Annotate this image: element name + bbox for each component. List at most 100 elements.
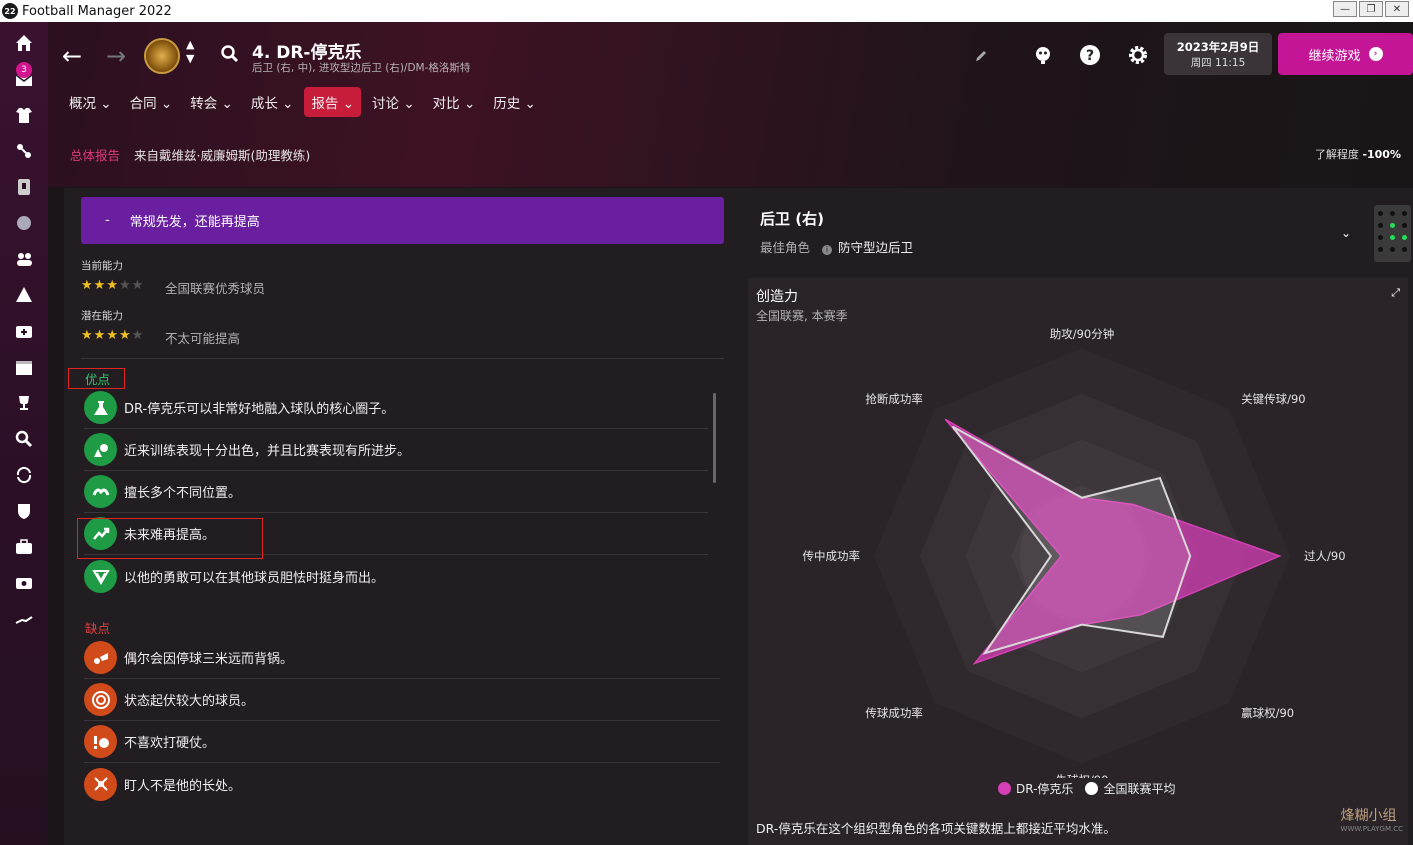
legend-item-average[interactable]: 全国联赛平均 <box>1085 780 1175 797</box>
report-section-label[interactable]: 总体报告 <box>70 148 120 163</box>
maximize-button[interactable]: ❐ <box>1359 1 1383 17</box>
current-day-time: 周四 11:15 <box>1190 57 1246 69</box>
divider <box>81 358 724 359</box>
marking-icon <box>84 767 117 801</box>
ball-control-icon <box>84 641 117 674</box>
close-button[interactable]: ✕ <box>1385 1 1409 17</box>
weakness-row: 状态起伏较大的球员。 <box>84 679 720 721</box>
squad-icon[interactable] <box>13 104 35 126</box>
staff-icon[interactable] <box>13 248 35 270</box>
medical-icon[interactable] <box>13 320 35 342</box>
continue-label: 继续游戏 <box>1308 48 1361 64</box>
player-subtitle: 后卫 (右, 中), 进攻型边后卫 (右)/DM-格洛斯特 <box>252 62 471 74</box>
dynamics-icon[interactable] <box>13 176 35 198</box>
strength-row: 以他的勇敢可以在其他球员胆怯时挺身而出。 <box>84 555 708 597</box>
shield-icon <box>84 559 117 593</box>
help-icon[interactable]: ? <box>1079 44 1101 66</box>
transfers-icon[interactable] <box>13 464 35 486</box>
report-subbar: 总体报告 来自戴维兹·威廉姆斯(助理教练) <box>70 145 310 164</box>
strength-row: 近来训练表现十分出色，并且比赛表现有所进步。 <box>84 429 708 471</box>
training-icon <box>84 433 117 466</box>
window-controls: — ❐ ✕ <box>1333 1 1409 17</box>
trophy-icon[interactable] <box>13 392 35 414</box>
potential-ability-stars: ★★★★★ <box>81 328 144 343</box>
tab-reports[interactable]: 报告 ⌄ <box>304 87 362 117</box>
star-icon: ★ <box>93 328 107 343</box>
header: ← → ▲ ▼ 4. DR-停克乐 后卫 (右, 中), 进攻型边后卫 (右)/D… <box>48 22 1413 187</box>
potential-ability-label: 潜在能力 <box>81 310 123 322</box>
position-title: 后卫 (右) <box>760 210 824 228</box>
development-icon[interactable] <box>13 572 35 594</box>
strength-row: 擅长多个不同位置。 <box>84 471 708 513</box>
report-panel: - 常规先发，还能再提高 当前能力 ★★★★★ 全国联赛优秀球员 潜在能力 ★★… <box>64 188 738 845</box>
info-icon[interactable]: i <box>822 245 833 255</box>
radar-axis-label: 失球权/90 <box>1055 773 1108 778</box>
tab-discuss[interactable]: 讨论 ⌄ <box>365 87 422 117</box>
expand-icon[interactable]: ⤢ <box>1391 286 1400 300</box>
report-source: 来自戴维兹·威廉姆斯(助理教练) <box>134 148 311 163</box>
forward-arrow-icon[interactable]: → <box>106 42 126 70</box>
player-switch-icon[interactable]: ▲ ▼ <box>186 38 194 66</box>
date-display[interactable]: 2023年2月9日 周四 11:15 <box>1164 33 1272 75</box>
flask-icon <box>84 391 117 424</box>
tab-development[interactable]: 成长 ⌄ <box>244 87 301 117</box>
chart-legend: DR-停克乐 全国联赛平均 <box>998 780 1175 797</box>
club-icon[interactable] <box>13 500 35 522</box>
training-icon[interactable] <box>13 284 35 306</box>
minimize-button[interactable]: — <box>1333 1 1357 17</box>
inbox-icon[interactable]: 3 <box>13 62 35 90</box>
star-icon: ★ <box>118 328 132 343</box>
tab-transfer[interactable]: 转会 ⌄ <box>183 87 240 117</box>
radar-chart: 助攻/90分钟关键传球/90 过人/90 赢球权/90 失球权/90 传球成功率 传中成功… <box>803 327 1346 778</box>
back-arrow-icon[interactable]: ← <box>62 42 82 70</box>
svg-text:?: ? <box>1086 48 1094 64</box>
radar-axis-label: 助攻/90分钟 <box>1050 327 1115 341</box>
fm-logo-icon[interactable] <box>1032 44 1054 66</box>
familiarity: 了解程度 -100% <box>1314 148 1401 161</box>
calendar-icon[interactable] <box>13 356 35 378</box>
search-icon[interactable] <box>220 44 240 68</box>
highlight-box <box>77 518 263 559</box>
radar-chart-card: 创造力 全国联赛, 本赛季 ⤢ 助攻/90分钟 关键传球/90 过人/90 赢球权/9… <box>748 278 1408 845</box>
star-icon: ★ <box>93 278 107 293</box>
position-panel: 后卫 (右) 最佳角色 i 防守型边后卫 ⌄ 创造力 全国联赛, 本赛季 ⤢ 助攻/… <box>738 188 1413 845</box>
sidebar: 3 <box>0 22 48 845</box>
tab-contract[interactable]: 合同 ⌄ <box>123 87 180 117</box>
tab-overview[interactable]: 概况 ⌄ <box>62 87 119 117</box>
weakness-row: 偶尔会因停球三米远而背锅。 <box>84 637 720 679</box>
window-titlebar: 22 Football Manager 2022 — ❐ ✕ <box>0 0 1413 22</box>
match-icon[interactable] <box>13 212 35 234</box>
report-summary-banner: - 常规先发，还能再提高 <box>81 197 724 244</box>
finances-icon[interactable] <box>13 536 35 558</box>
legend-item-player[interactable]: DR-停克乐 <box>998 780 1073 797</box>
club-crest-icon[interactable] <box>144 38 180 74</box>
current-ability-text: 全国联赛优秀球员 <box>165 281 266 296</box>
radar-axis-label: 抢断成功率 <box>865 392 923 406</box>
pitch-position-icon[interactable] <box>1374 205 1411 262</box>
strengths-scrollbar[interactable] <box>713 393 716 483</box>
potential-ability-text: 不太可能提高 <box>165 331 241 346</box>
target-icon <box>84 683 117 716</box>
tab-compare[interactable]: 对比 ⌄ <box>426 87 483 117</box>
radar-axis-label: 传球成功率 <box>865 706 923 720</box>
chevron-down-icon[interactable]: ⌄ <box>1341 226 1351 240</box>
player-tabs: 概况 ⌄ 合同 ⌄ 转会 ⌄ 成长 ⌄ 报告 ⌄ 讨论 ⌄ 对比 ⌄ 历史 ⌄ <box>62 87 547 117</box>
settings-gear-icon[interactable] <box>1127 44 1149 66</box>
tab-history[interactable]: 历史 ⌄ <box>486 87 543 117</box>
radar-axis-label: 传中成功率 <box>803 549 861 563</box>
scouting-icon[interactable] <box>13 428 35 450</box>
continue-arrow-icon: › <box>1368 47 1383 61</box>
radar-axis-label: 赢球权/90 <box>1241 706 1294 720</box>
strength-row: DR-停克乐可以非常好地融入球队的核心圈子。 <box>84 387 708 429</box>
window-title: Football Manager 2022 <box>22 3 172 19</box>
edit-icon[interactable] <box>974 48 996 70</box>
continue-button[interactable]: 继续游戏 › <box>1278 33 1413 75</box>
app-logo-icon: 22 <box>2 3 18 19</box>
tactics-icon[interactable] <box>13 140 35 162</box>
stats-icon[interactable] <box>13 608 35 630</box>
positions-icon <box>84 475 117 508</box>
report-summary-text: 常规先发，还能再提高 <box>129 215 260 230</box>
home-icon[interactable] <box>13 32 35 54</box>
chart-note: DR-停克乐在这个组织型角色的各项关键数据上都接近平均水准。 <box>756 821 1116 836</box>
best-role: 最佳角色 i 防守型边后卫 <box>760 240 914 255</box>
